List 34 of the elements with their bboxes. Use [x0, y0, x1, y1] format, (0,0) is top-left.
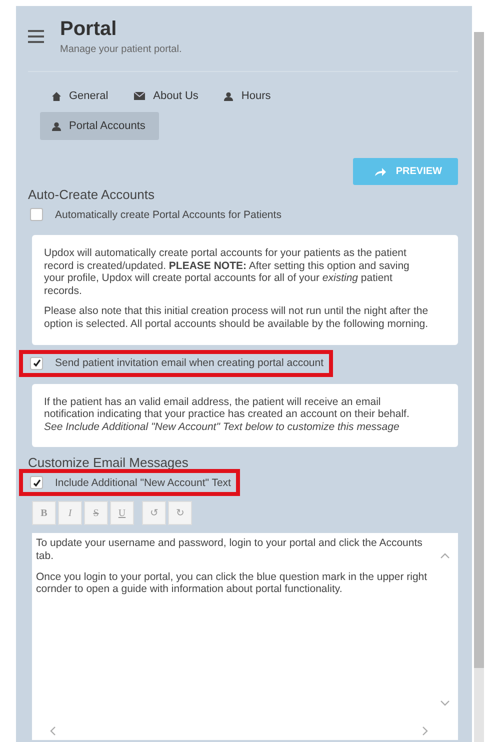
info-text: If the patient has an valid email address, the patient will receive an email notification indicating that your practice has created an account on their behalf.	[44, 396, 410, 421]
section-heading: Auto-Create Accounts	[28, 187, 156, 202]
checkmark-icon	[32, 478, 40, 487]
scroll-right-icon[interactable]	[422, 726, 428, 736]
tab[interactable]: Hours	[212, 82, 285, 110]
info-text: Please also note that this initial creation process will not run until the night after the option is selected. All portal accounts should be available by the following morning.	[44, 305, 430, 331]
checkbox[interactable]	[30, 356, 43, 370]
section-heading: Customize Email Messages	[28, 455, 190, 470]
menu-icon[interactable]	[28, 30, 44, 43]
checkbox[interactable]	[30, 208, 43, 221]
home-icon	[52, 92, 61, 100]
message-editor[interactable]	[32, 533, 458, 740]
tab[interactable]: Portal Accounts	[40, 112, 160, 140]
checkbox-row[interactable]: Include Additional "New Account" Text	[22, 472, 237, 494]
scroll-up-icon[interactable]	[440, 553, 450, 560]
scrollbar[interactable]	[474, 32, 484, 742]
scroll-down-icon[interactable]	[440, 700, 450, 706]
editor-text: To update your username and password, login to your portal and click the Accounts tab.	[36, 537, 424, 563]
checkmark-icon	[32, 359, 40, 368]
tab[interactable]: General	[40, 82, 122, 110]
page-subtitle: Manage your patient portal.	[60, 44, 182, 55]
page-title: Portal	[60, 18, 118, 41]
tab[interactable]: About Us	[122, 82, 212, 110]
info-text: Updox will automatically create portal accounts for your patients as the patient record is created/updated. PLEASE NOTE: After setting this option and saving your profile, Updox will create portal accounts for all of your existing patient records.	[44, 247, 410, 298]
checkbox-row[interactable]: Send patient invitation email when creating portal account	[22, 352, 330, 374]
checkbox[interactable]	[30, 476, 43, 490]
info-text: See Include Additional "New Account" Text below to customize this message	[44, 420, 400, 434]
envelope-icon	[134, 92, 146, 100]
user-icon	[52, 122, 61, 130]
scroll-left-icon[interactable]	[50, 726, 56, 736]
user-icon	[224, 92, 234, 100]
checkbox-row[interactable]: Automatically create Portal Accounts for Patients	[28, 204, 288, 225]
share-icon	[374, 168, 386, 176]
editor-text: Once you login to your portal, you can click the blue question mark in the upper right cornder to open a guide with information about portal functionality.	[36, 570, 428, 596]
